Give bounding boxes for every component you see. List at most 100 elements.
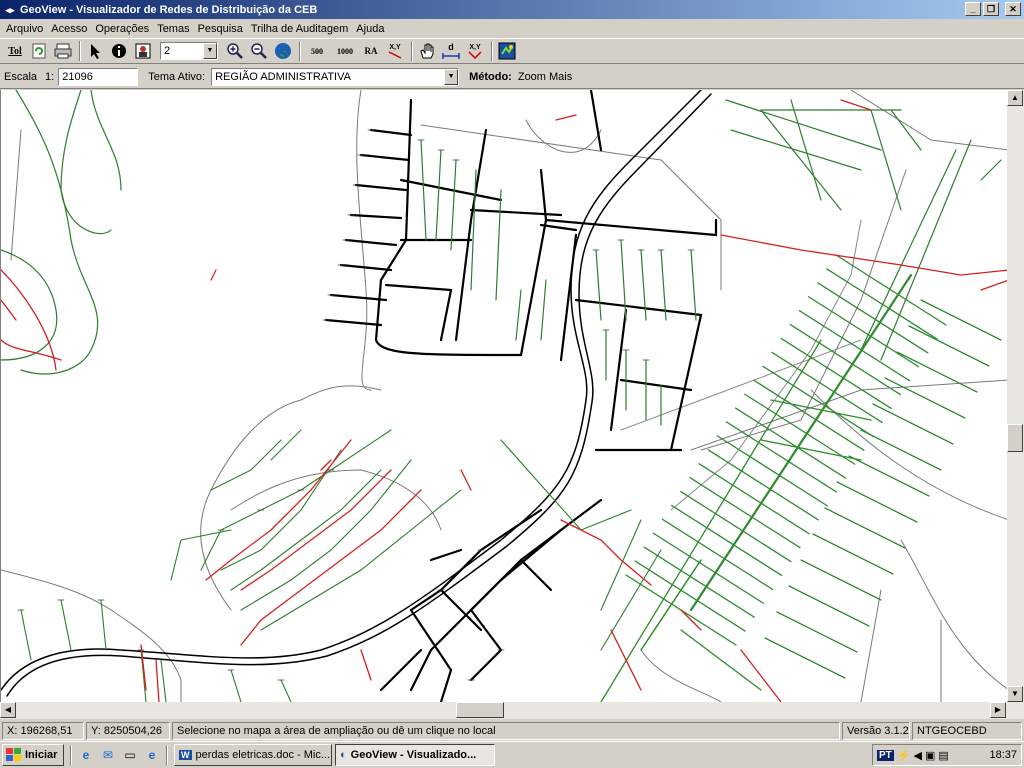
scale-1000-button[interactable]: 1000 [332,40,358,62]
x-label: X: [7,724,18,737]
tema-ativo-label: Tema Ativo: [148,70,206,83]
status-message: Selecione no mapa a área de ampliação ou… [172,721,840,740]
y-label: Y: [91,724,101,737]
vertical-scrollbar[interactable]: ▲ ▼ [1007,90,1024,702]
user-photo-icon[interactable] [132,40,154,62]
menu-temas[interactable]: Temas [153,23,193,35]
network-segment [771,351,883,424]
distance-button[interactable]: d [440,40,462,62]
print-icon[interactable] [52,40,74,62]
task-geoview[interactable]: ◐ GeoView - Visualizado... [335,744,495,766]
arrow-pointer-icon[interactable] [84,40,106,62]
menu-pesquisa[interactable]: Pesquisa [194,23,247,35]
start-label: Iniciar [25,749,58,761]
server-text: NTGEOCEBD [917,724,987,737]
network-segment [716,435,828,507]
ie-icon[interactable]: e [77,746,95,764]
volume-icon[interactable]: ◀ [913,749,921,762]
network-segment [707,449,819,521]
windows-logo-icon [6,748,21,761]
close-button[interactable]: ✕ [1005,2,1021,16]
pole-markers [17,129,695,681]
geoview-icon: ◐ [340,749,347,761]
network-segment [698,463,810,535]
ie-icon[interactable]: e [143,746,161,764]
vertical-scroll-thumb[interactable] [1007,424,1023,452]
network-segment [640,559,702,651]
scroll-left-icon[interactable]: ◀ [0,702,16,718]
coordinate-goto-button[interactable]: X,Y [464,40,486,62]
tolerance-button[interactable]: Tol [4,40,26,62]
coordinate-label: X,Y [389,43,401,51]
status-bar: X: 196268,51 Y: 8250504,26 Selecione no … [0,720,1024,741]
zoom-in-icon[interactable] [224,40,246,62]
chevron-down-icon[interactable]: ▼ [444,68,459,85]
metodo-label: Método: [469,70,512,83]
globe-icon[interactable] [272,40,294,62]
status-message-text: Selecione no mapa a área de ampliação ou… [177,724,496,737]
tray-app-icon[interactable]: ▤ [938,749,948,762]
language-indicator[interactable]: PT [877,749,894,761]
network-segment [826,268,938,340]
scale-1000-label: 1000 [337,46,353,56]
ra-button[interactable]: RA [360,40,382,62]
network-segment [835,254,947,326]
clock: 18:37 [989,749,1017,761]
network-segment [744,393,856,465]
refresh-icon[interactable] [28,40,50,62]
taskbar: Iniciar e ✉ ▭ e W perdas eletricas.doc -… [0,741,1024,768]
computer-icon[interactable]: ▣ [925,749,935,762]
toolbar-separator [79,41,81,61]
pan-hand-icon[interactable] [416,40,438,62]
zoom-out-icon[interactable] [248,40,270,62]
chevron-down-icon[interactable]: ▼ [203,43,217,59]
menu-trilha-auditagem[interactable]: Trilha de Auditagem [247,23,352,35]
network-segment [798,310,911,382]
scale-input[interactable]: 21096 [58,67,139,86]
layer-select[interactable]: 2 ▼ [160,42,218,60]
info-icon[interactable] [108,40,130,62]
tema-ativo-select[interactable]: REGIÃO ADMINISTRATIVA ▼ [211,67,460,86]
scale-500-button[interactable]: 500 [304,40,330,62]
menu-ajuda[interactable]: Ajuda [352,23,388,35]
scale-500-label: 500 [311,46,323,56]
network-icon[interactable]: ⚡ [897,749,911,762]
coordinate-goto-label: X,Y [469,43,481,51]
start-button[interactable]: Iniciar [2,744,64,766]
menu-operacoes[interactable]: Operações [91,23,153,35]
outlook-icon[interactable]: ✉ [99,746,117,764]
layer-value: 2 [164,45,171,57]
network-segment [661,518,774,590]
menu-acesso[interactable]: Acesso [47,23,91,35]
network-segment [725,421,838,493]
minimize-button[interactable]: _ [965,2,981,16]
network-segment [836,481,918,523]
network-segment [671,504,783,577]
task-geoview-label: GeoView - Visualizado... [350,749,477,761]
network-segment [812,533,894,575]
title-bar: ◂▸ GeoView - Visualizador de Redes de Di… [0,0,1024,19]
coordinate-button[interactable]: X,Y [384,40,406,62]
menu-arquivo[interactable]: Arquivo [2,23,47,35]
scroll-down-icon[interactable]: ▼ [1007,686,1023,702]
map-export-icon[interactable] [496,40,518,62]
maximize-button[interactable]: ❐ [983,2,999,16]
network-segment [680,490,792,563]
toolbar-separator [299,41,301,61]
network-segment [760,439,862,461]
network-segment [764,637,846,679]
scroll-up-icon[interactable]: ▲ [1007,90,1023,106]
metodo-value: Zoom Mais [517,70,573,83]
map-drawing[interactable] [1,90,1008,702]
app-icon[interactable]: ◂▸ [3,3,17,17]
scroll-right-icon[interactable]: ▶ [990,702,1006,718]
task-word[interactable]: W perdas eletricas.doc - Mic... [174,744,332,766]
network-segment [824,507,906,549]
taskbar-separator [70,745,72,765]
network-segment [776,611,858,653]
map-canvas[interactable] [0,90,1008,702]
horizontal-scrollbar[interactable]: ◀ ▶ [0,702,1024,719]
network-segment [734,407,847,479]
desktop-icon[interactable]: ▭ [121,746,139,764]
horizontal-scroll-thumb[interactable] [456,702,504,718]
